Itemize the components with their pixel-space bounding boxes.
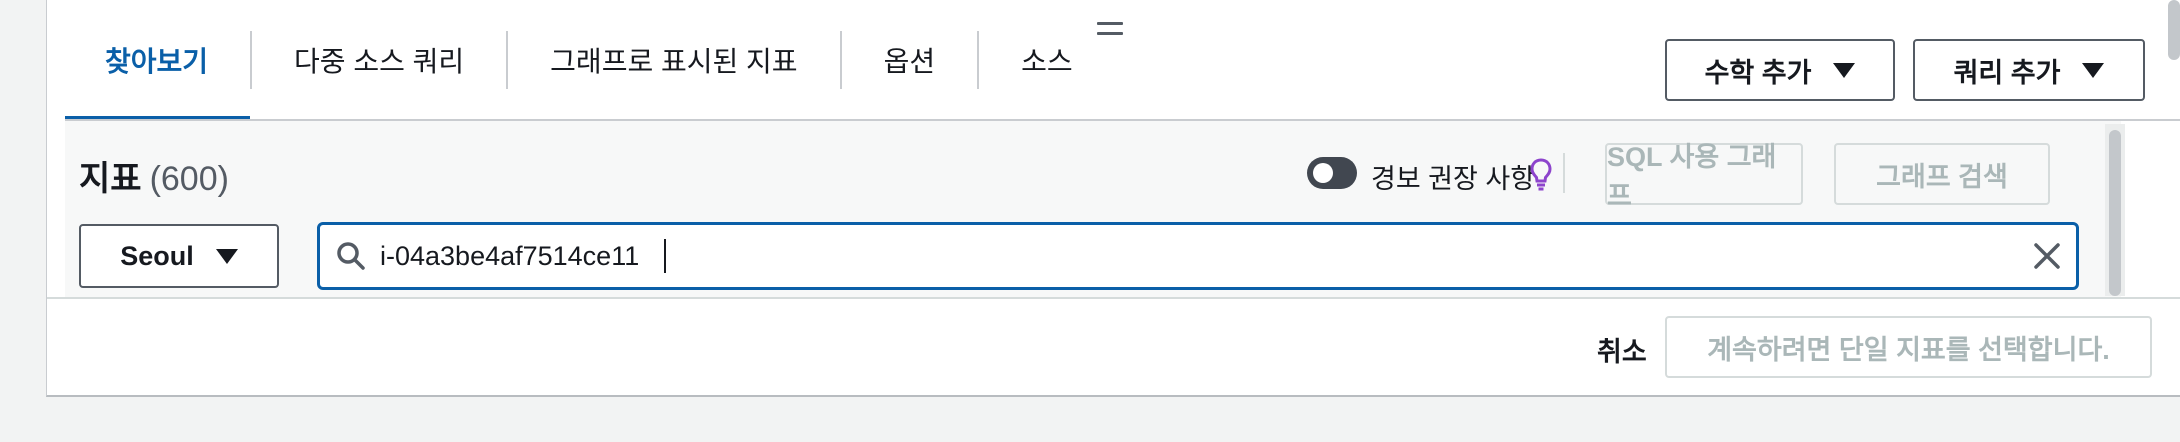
- tab-source[interactable]: 소스: [979, 0, 1115, 120]
- tab-graphed-metrics[interactable]: 그래프로 표시된 지표: [508, 0, 839, 120]
- cancel-button[interactable]: 취소: [1597, 330, 1647, 369]
- add-query-button[interactable]: 쿼리 추가: [1913, 39, 2145, 101]
- tab-bar: 찾아보기 다중 소스 쿼리 그래프로 표시된 지표 옵션 소스: [65, 0, 1115, 120]
- tab-source-label: 소스: [1021, 46, 1073, 77]
- caret-down-icon: [2082, 62, 2105, 78]
- tab-browse[interactable]: 찾아보기: [65, 0, 251, 120]
- add-math-label: 수학 추가: [1704, 57, 1812, 88]
- sql-graph-button[interactable]: SQL 사용 그래프: [1605, 142, 1803, 211]
- graph-search-label: 그래프 검색: [1876, 161, 2008, 192]
- region-dropdown[interactable]: Seoul: [79, 224, 279, 288]
- metrics-heading: 지표 (600): [79, 151, 229, 200]
- continue-button[interactable]: 계속하려면 단일 지표를 선택합니다.: [1665, 316, 2152, 378]
- add-math-button[interactable]: 수학 추가: [1665, 39, 1895, 101]
- metric-search-field[interactable]: [317, 222, 2079, 290]
- tab-browse-label: 찾아보기: [105, 46, 209, 77]
- continue-label: 계속하려면 단일 지표를 선택합니다.: [1707, 334, 2110, 365]
- graph-search-button[interactable]: 그래프 검색: [1834, 143, 2050, 205]
- region-selected-value: Seoul: [120, 240, 194, 271]
- metric-picker-card: 찾아보기 다중 소스 쿼리 그래프로 표시된 지표 옵션 소스 수학 추가 쿼리…: [46, 0, 2180, 397]
- panel-scroll-thumb[interactable]: [2109, 130, 2121, 296]
- alarm-recommendations-toggle[interactable]: [1307, 157, 1357, 189]
- metrics-count: (600): [149, 160, 229, 198]
- page-scroll-thumb[interactable]: [2168, 0, 2180, 60]
- search-input[interactable]: [380, 234, 1980, 278]
- caret-down-icon: [1833, 62, 1856, 78]
- drag-handle-icon[interactable]: [1097, 22, 1123, 38]
- lightbulb-icon[interactable]: [1529, 157, 1553, 191]
- panel-scrollbar[interactable]: [2105, 124, 2125, 296]
- tab-options-label: 옵션: [883, 46, 936, 77]
- search-icon: [337, 242, 365, 270]
- toggle-knob: [1313, 163, 1333, 183]
- add-query-label: 쿼리 추가: [1953, 57, 2061, 88]
- caret-down-icon: [215, 248, 238, 264]
- clear-icon[interactable]: [2032, 241, 2062, 271]
- tab-multi-source-query-label: 다중 소스 쿼리: [294, 46, 465, 77]
- tab-graphed-metrics-label: 그래프로 표시된 지표: [550, 46, 798, 77]
- alarm-recommendations-label: 경보 권장 사항: [1371, 164, 1536, 194]
- footer-divider: [47, 297, 2180, 299]
- tab-options[interactable]: 옵션: [842, 0, 978, 120]
- sql-graph-label: SQL 사용 그래프: [1607, 142, 1777, 211]
- text-cursor: [664, 239, 666, 273]
- tab-multi-source-query[interactable]: 다중 소스 쿼리: [252, 0, 506, 120]
- toolbar-separator: [1563, 153, 1565, 193]
- metrics-title: 지표: [79, 160, 142, 198]
- metrics-panel: 지표 (600) 경보 권장 사항 SQL 사용 그래프 그래프 검색 Seoul: [65, 121, 2121, 297]
